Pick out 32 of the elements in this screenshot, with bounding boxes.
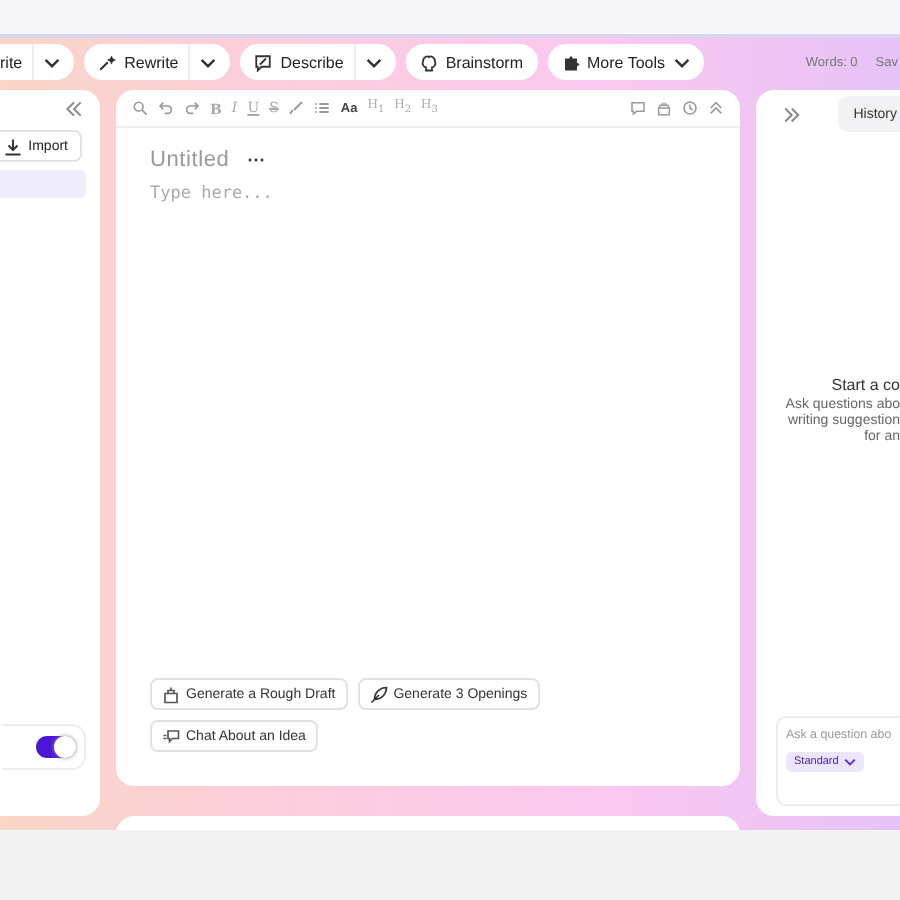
redo-icon[interactable] (184, 100, 200, 116)
tool-button[interactable]: rite (0, 44, 75, 80)
list-icon[interactable] (314, 100, 331, 116)
brush-icon[interactable] (288, 100, 305, 116)
tool-button[interactable]: Describe (240, 44, 396, 80)
feather-icon (369, 685, 388, 703)
chat-icon (162, 727, 180, 745)
double-chevron-up-icon[interactable] (708, 100, 724, 116)
search-icon[interactable] (132, 100, 148, 116)
caret-icon[interactable] (200, 57, 217, 67)
tool-button[interactable]: Rewrite (84, 44, 231, 80)
more-button[interactable]: ··· (247, 150, 266, 170)
toggle-switch[interactable] (36, 736, 76, 758)
comment-icon[interactable] (630, 100, 646, 116)
caret-icon (673, 57, 689, 67)
history-icon[interactable] (682, 100, 698, 116)
undo-icon[interactable] (158, 100, 174, 116)
comment-icon (254, 53, 273, 71)
double-chevron-right-icon[interactable] (782, 105, 802, 123)
brain-icon (419, 53, 438, 71)
empty-state-title: Start a co (831, 375, 900, 393)
robot-icon (162, 685, 180, 703)
puzzle-icon (561, 53, 580, 71)
caret-icon[interactable] (44, 57, 61, 67)
tool-button[interactable]: Brainstorm (405, 44, 538, 80)
download-icon (4, 137, 23, 155)
caret-icon[interactable] (365, 57, 382, 67)
double-chevron-left-icon[interactable] (64, 100, 84, 118)
cake-icon[interactable] (656, 100, 672, 116)
caret-icon (844, 758, 857, 766)
tool-button[interactable]: More Tools (547, 44, 703, 80)
pen-sparkle-icon (98, 53, 117, 71)
